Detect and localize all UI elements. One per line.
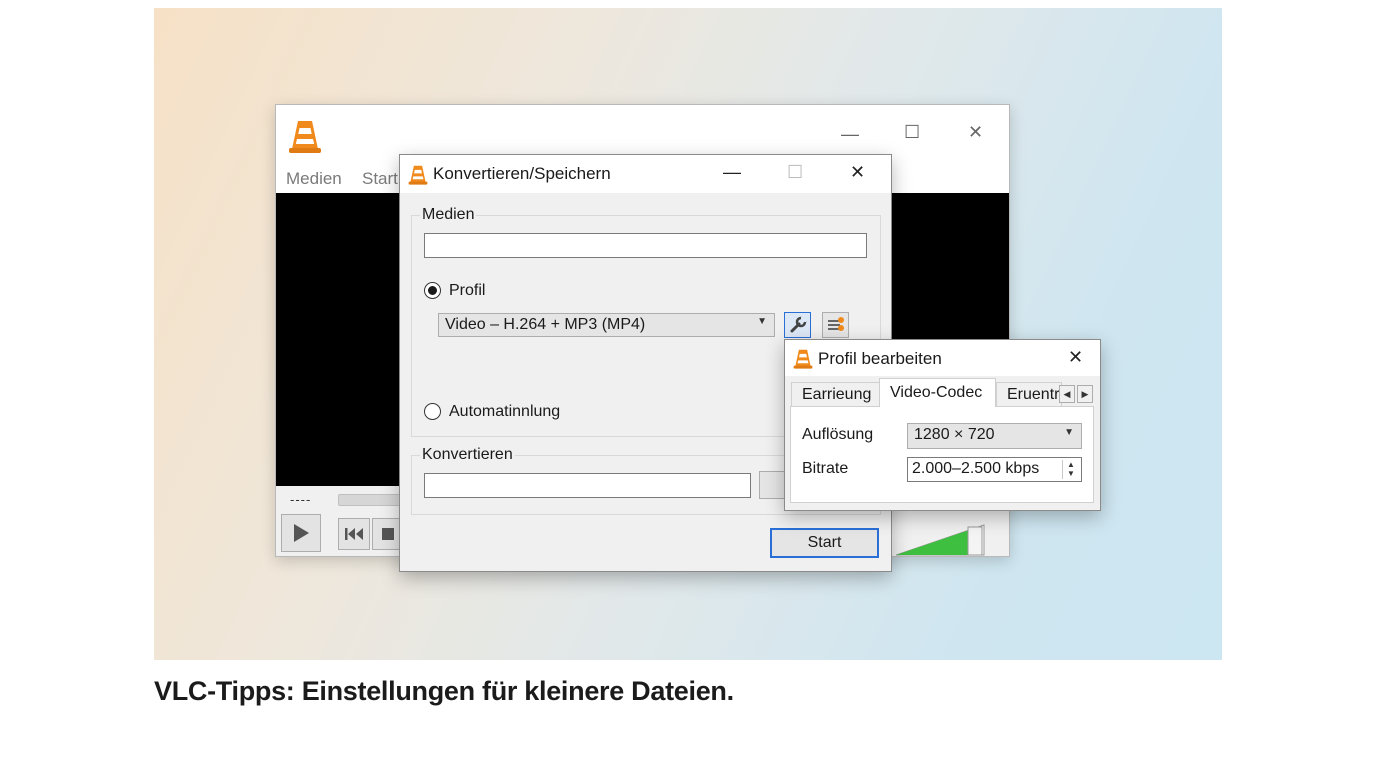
close-icon[interactable]: ✕ [968, 123, 983, 141]
hero-image: — ☐ ✕ Medien Start ---- Konvertieren/Spe… [154, 8, 1222, 660]
page-caption: VLC-Tipps: Einstellungen für kleinere Da… [154, 676, 734, 706]
video-codec-panel: Auflösung 1280 × 720 ▼ Bitrate 2.000–2.5… [790, 406, 1094, 503]
menu-medien[interactable]: Medien [286, 169, 342, 189]
dialog-titlebar: Konvertieren/Speichern — ☐ ✕ [400, 155, 891, 193]
skip-back-icon [345, 528, 363, 540]
time-display: ---- [290, 492, 312, 507]
media-input[interactable] [424, 233, 867, 258]
minimize-icon[interactable]: — [841, 125, 859, 143]
auto-radio[interactable] [424, 403, 441, 420]
tab-video-codec[interactable]: Video-Codec [879, 378, 996, 407]
edit-profile-dialog: Profil bearbeiten ✕ Earrieung Video-Code… [784, 339, 1101, 511]
volume-slider[interactable] [896, 522, 986, 558]
media-group-label: Medien [420, 206, 477, 224]
profile-settings-button[interactable] [822, 312, 849, 338]
vlc-cone-icon [408, 165, 428, 185]
dialog-title: Konvertieren/Speichern [433, 164, 611, 183]
edit-profile-icon [827, 317, 844, 331]
resolution-value: 1280 × 720 [914, 426, 995, 443]
auto-radio-label: Automatinnlung [449, 403, 561, 420]
maximize-icon[interactable]: ☐ [904, 123, 920, 141]
tab-eruentr[interactable]: Eruentr [996, 382, 1062, 406]
profile-select[interactable]: Video – H.264 + MP3 (MP4) ▼ [438, 313, 775, 337]
menu-start[interactable]: Start [362, 169, 398, 189]
close-icon[interactable]: ✕ [850, 163, 865, 181]
start-button[interactable]: Start [770, 528, 879, 558]
minimize-icon[interactable]: — [723, 163, 741, 181]
profile-dialog-title: Profil bearbeiten [818, 349, 942, 368]
profile-radio[interactable] [424, 282, 441, 299]
bitrate-value: 2.000–2.500 kbps [912, 460, 1040, 477]
wrench-icon [790, 316, 806, 333]
stop-icon [382, 528, 394, 540]
vlc-cone-icon [289, 121, 321, 153]
tab-scroll-left-icon[interactable]: ◀ [1059, 385, 1075, 403]
tab-earrieung[interactable]: Earrieung [791, 382, 880, 406]
profile-radio-label: Profil [449, 282, 486, 299]
vlc-cone-icon [793, 349, 813, 369]
play-icon [294, 524, 309, 542]
profile-select-value: Video – H.264 + MP3 (MP4) [445, 316, 646, 333]
bitrate-spinbox[interactable]: 2.000–2.500 kbps ▲ ▼ [907, 457, 1082, 482]
chevron-down-icon: ▼ [757, 316, 767, 327]
play-button[interactable] [281, 514, 321, 552]
close-icon[interactable]: ✕ [1068, 348, 1083, 366]
maximize-icon: ☐ [787, 162, 804, 182]
spin-up-down-icon[interactable]: ▲ ▼ [1062, 460, 1079, 479]
chevron-down-icon: ▼ [1064, 427, 1074, 438]
previous-button[interactable] [338, 518, 370, 550]
edit-profile-button[interactable] [784, 312, 811, 338]
resolution-select[interactable]: 1280 × 720 ▼ [907, 423, 1082, 449]
profile-titlebar: Profil bearbeiten ✕ [785, 340, 1100, 376]
resolution-label: Auflösung [802, 426, 874, 443]
convert-destination-input[interactable] [424, 473, 751, 498]
bitrate-label: Bitrate [802, 460, 849, 477]
tab-scroll-right-icon[interactable]: ▶ [1077, 385, 1093, 403]
convert-group-label: Konvertieren [420, 446, 515, 464]
